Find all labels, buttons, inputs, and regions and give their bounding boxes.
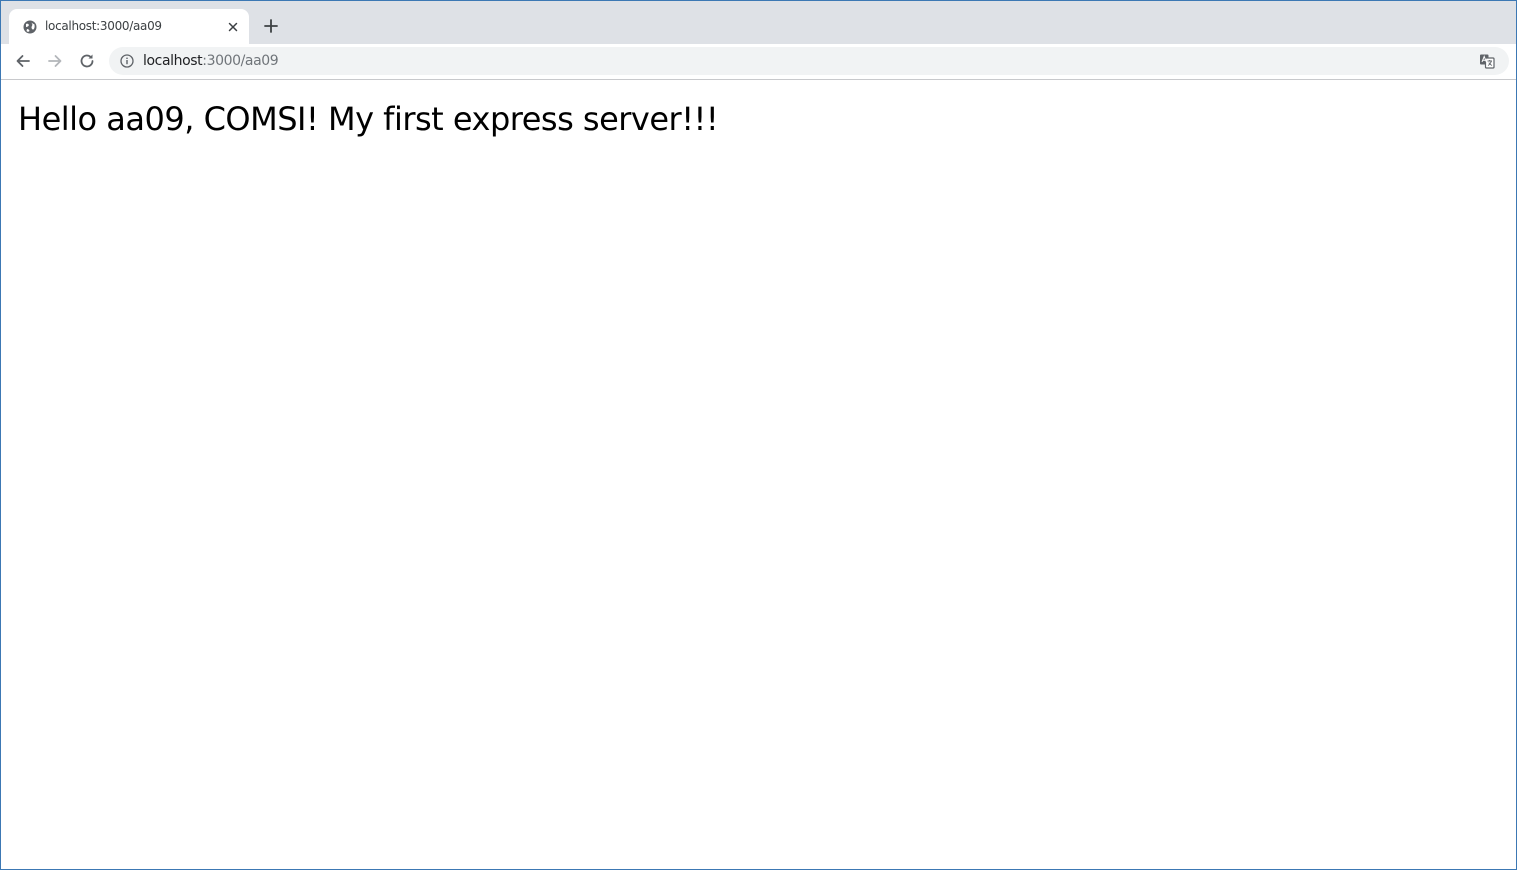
url-text[interactable]: localhost:3000/aa09	[143, 53, 279, 69]
browser-window: localhost:3000/aa09 localhost:3000/aa09 …	[0, 0, 1517, 870]
page-content: Hello aa09, COMSI! My first express serv…	[1, 80, 1516, 869]
page-heading: Hello aa09, COMSI! My first express serv…	[18, 100, 719, 138]
close-icon[interactable]	[225, 19, 241, 35]
globe-icon	[23, 20, 37, 34]
url-host: localhost	[143, 53, 203, 69]
active-tab[interactable]: localhost:3000/aa09	[9, 9, 249, 44]
reload-icon[interactable]	[77, 51, 97, 71]
url-path: :3000/aa09	[202, 53, 279, 69]
address-bar[interactable]: localhost:3000/aa09	[109, 47, 1509, 75]
tab-strip: localhost:3000/aa09	[1, 1, 1516, 44]
arrow-left-icon[interactable]	[13, 51, 33, 71]
translate-icon[interactable]	[1479, 53, 1495, 69]
toolbar: localhost:3000/aa09	[1, 44, 1516, 80]
info-icon[interactable]	[120, 54, 134, 68]
plus-icon[interactable]	[261, 16, 281, 36]
tab-title: localhost:3000/aa09	[45, 19, 162, 33]
arrow-right-icon[interactable]	[45, 51, 65, 71]
